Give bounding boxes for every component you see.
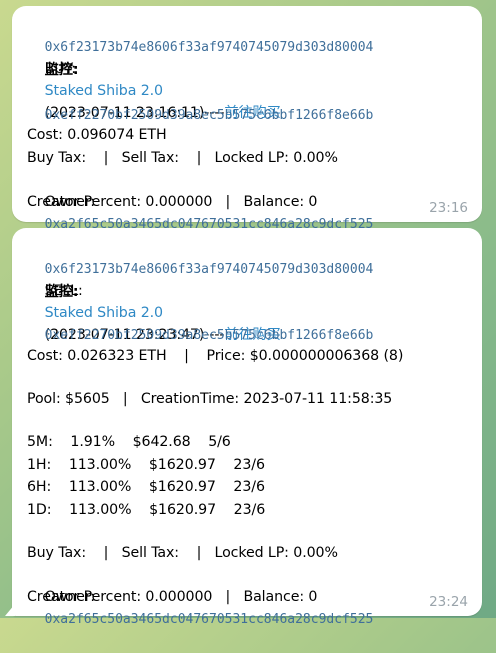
bubble-tail [5,604,15,616]
stat-row-5m: 5M: 1.91% $642.68 5/6 [27,434,231,450]
message-bubble-sell: 0x6f23173b74e8606f33af9740745079d303d800… [5,228,482,627]
creator-line: Creator Percent: 0.000000 | Balance: 0 [27,194,318,210]
pool-creation-line: Pool: $5605 | CreationTime: 2023-07-11 1… [27,391,393,407]
message-time: 23:16 [429,200,468,216]
stat-row-6h: 6H: 113.00% $1620.97 23/6 [27,479,265,495]
stat-row-1d: 1D: 113.00% $1620.97 23/6 [27,502,266,518]
message-time: 23:24 [429,594,468,610]
action-label: SELL: [44,283,83,299]
pair-address[interactable]: 0xeff2270bf2509d39a8ec5b575c6bbf1266f8e6… [45,328,374,343]
pair-address[interactable]: 0xeff2270bf2509d39a8ec5b575c6bbf1266f8e6… [45,108,374,123]
creator-line: Creator Percent: 0.000000 | Balance: 0 [27,589,318,605]
action-label: BUY: [44,61,76,77]
message-bubble-buy: 0x6f23173b74e8606f33af9740745079d303d800… [12,6,482,232]
taxes-line: Buy Tax: | Sell Tax: | Locked LP: 0.00% [27,150,338,166]
cost-price-line: Cost: 0.026323 ETH | Price: $0.000000006… [27,348,404,364]
owner-line: Owner: 0xa2f65c50a3465dc047670531cc846a2… [27,564,474,653]
owner-address[interactable]: 0xa2f65c50a3465dc047670531cc846a28c9dcf5… [45,612,374,627]
stat-row-1h: 1H: 113.00% $1620.97 23/6 [27,457,265,473]
taxes-line: Buy Tax: | Sell Tax: | Locked LP: 0.00% [27,545,338,561]
cost-line: Cost: 0.096074 ETH [27,127,167,143]
